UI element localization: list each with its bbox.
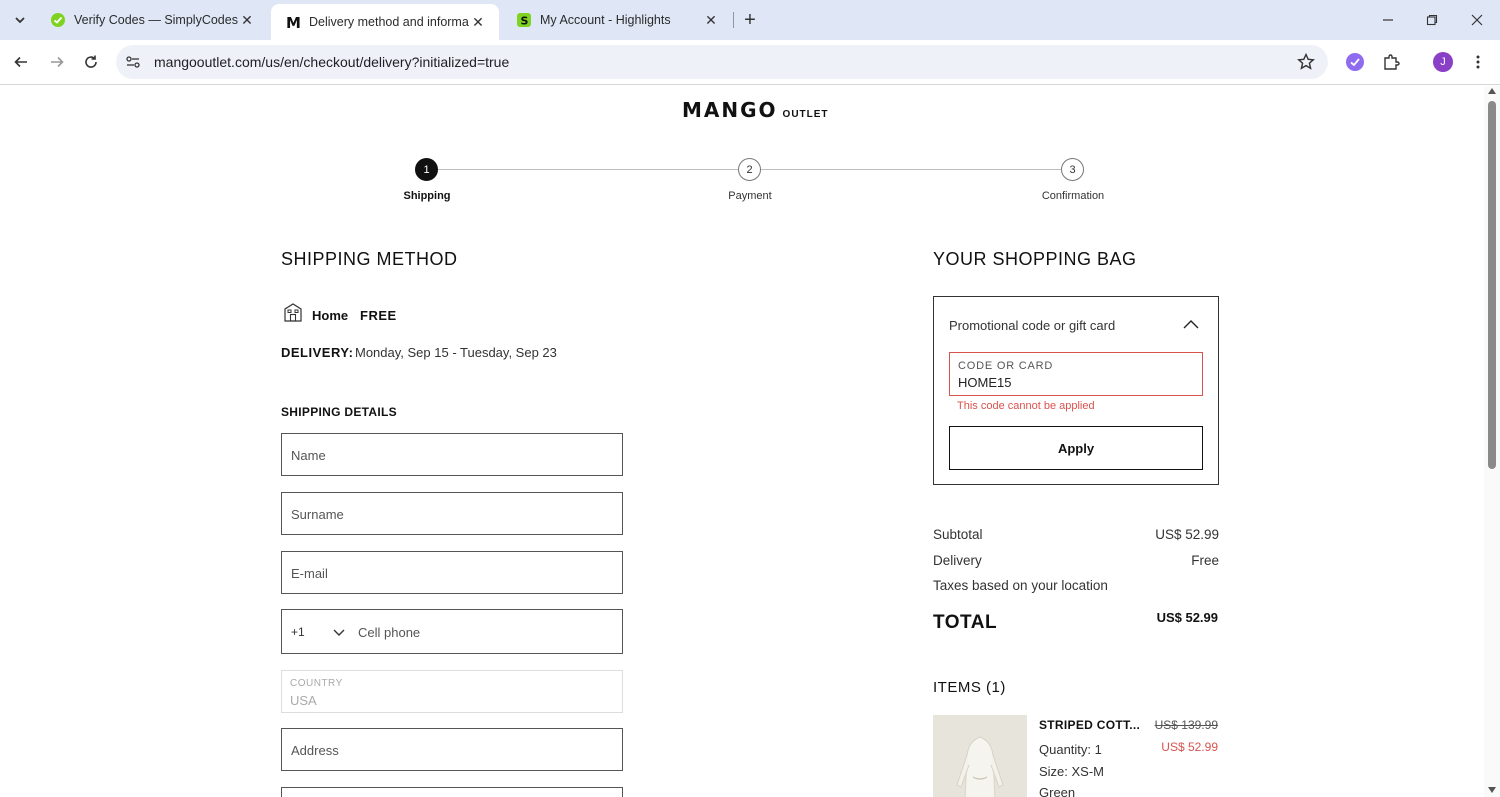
close-tab-icon[interactable]: ✕: [238, 11, 256, 29]
step-3-circle: 3: [1061, 158, 1084, 181]
surname-field[interactable]: Surname: [281, 492, 623, 535]
step-2-circle: 2: [738, 158, 761, 181]
chevron-up-icon[interactable]: [1182, 317, 1200, 331]
step-3-label: Confirmation: [1041, 190, 1105, 202]
phone-placeholder: Cell phone: [358, 625, 421, 640]
close-tab-icon[interactable]: ✕: [469, 13, 487, 31]
product-color: Green: [1039, 785, 1076, 797]
name-placeholder: Name: [291, 448, 326, 463]
checkout-page: MANGO OUTLET 1 Shipping 2 Payment 3 Conf…: [0, 86, 1484, 797]
subtotal-row: Subtotal US$ 52.99: [933, 527, 1219, 542]
items-heading: ITEMS (1): [933, 679, 1006, 696]
code-value: HOME15: [958, 375, 1012, 390]
phone-field[interactable]: +1 Cell phone: [281, 609, 623, 654]
email-field[interactable]: E-mail: [281, 551, 623, 594]
tab-search-chevron-icon[interactable]: [8, 8, 32, 32]
close-window-icon[interactable]: [1463, 6, 1491, 34]
shipping-method-home: Home: [312, 308, 349, 323]
simplycodes-extension-icon[interactable]: [1343, 50, 1367, 74]
minimize-window-icon[interactable]: [1374, 6, 1402, 34]
address-bar[interactable]: mangooutlet.com/us/en/checkout/delivery?…: [116, 45, 1328, 79]
site-settings-icon[interactable]: [124, 53, 142, 71]
surname-placeholder: Surname: [291, 507, 344, 522]
step-1-label: Shipping: [403, 190, 451, 202]
tab-mango-delivery[interactable]: M Delivery method and informatio ✕: [271, 4, 499, 40]
product-quantity: Quantity: 1: [1039, 742, 1102, 757]
product-size: Size: XS-M: [1039, 764, 1105, 779]
name-field[interactable]: Name: [281, 433, 623, 476]
svg-text:S: S: [521, 15, 529, 28]
scroll-down-arrow-icon[interactable]: [1488, 787, 1496, 793]
tab-title: Delivery method and informatio: [309, 15, 469, 29]
delivery-summary-label: Delivery: [933, 553, 982, 568]
code-error-message: This code cannot be applied: [957, 400, 1095, 412]
shipping-method-heading: SHIPPING METHOD: [281, 249, 458, 269]
promo-code-panel: Promotional code or gift card CODE OR CA…: [933, 296, 1219, 485]
close-tab-icon[interactable]: ✕: [702, 11, 720, 29]
product-sale-price: US$ 52.99: [1161, 740, 1218, 754]
address-placeholder: Address: [291, 743, 339, 758]
taxes-label: Taxes based on your location: [933, 578, 1108, 593]
apply-button[interactable]: Apply: [949, 426, 1203, 470]
subtotal-label: Subtotal: [933, 527, 983, 542]
shipping-price: FREE: [360, 308, 397, 323]
new-tab-plus-icon[interactable]: +: [738, 8, 762, 32]
total-label: TOTAL: [933, 612, 998, 633]
mango-outlet-logo[interactable]: MANGO OUTLET: [682, 98, 829, 122]
shopping-bag-heading: YOUR SHOPPING BAG: [933, 249, 1137, 269]
tab-title: Verify Codes — SimplyCodes: [74, 13, 238, 27]
url-text: mangooutlet.com/us/en/checkout/delivery?…: [154, 54, 510, 70]
address-field[interactable]: Address: [281, 728, 623, 771]
delivery-label: DELIVERY:: [281, 345, 354, 360]
product-name[interactable]: STRIPED COTT...: [1039, 718, 1140, 732]
delivery-dates: Monday, Sep 15 - Tuesday, Sep 23: [355, 345, 557, 360]
product-original-price: US$ 139.99: [1154, 718, 1218, 732]
profile-avatar[interactable]: J: [1431, 50, 1455, 74]
tab-simplycodes-verify[interactable]: Verify Codes — SimplyCodes ✕: [36, 4, 268, 36]
svg-text:M: M: [286, 14, 301, 30]
delivery-row: Delivery Free: [933, 553, 1219, 568]
code-label: CODE OR CARD: [958, 360, 1054, 372]
logo-main: MANGO: [682, 98, 778, 122]
country-value: USA: [290, 693, 317, 708]
country-field: COUNTRY USA: [281, 670, 623, 713]
scrollbar-thumb[interactable]: [1488, 101, 1496, 469]
profile-initial: J: [1440, 56, 1446, 68]
phone-country-code[interactable]: +1: [291, 625, 305, 639]
taxes-row: Taxes based on your location: [933, 578, 1219, 593]
browser-toolbar: mangooutlet.com/us/en/checkout/delivery?…: [0, 40, 1500, 85]
bookmark-star-icon[interactable]: [1296, 52, 1316, 72]
email-placeholder: E-mail: [291, 566, 328, 581]
extensions-puzzle-icon[interactable]: [1379, 50, 1403, 74]
promo-code-input[interactable]: CODE OR CARD HOME15: [949, 352, 1203, 396]
tab-separator: [733, 12, 734, 28]
delivery-summary-value: Free: [1191, 553, 1219, 568]
total-value: US$ 52.99: [1156, 610, 1218, 625]
address-line-2-field[interactable]: [281, 787, 623, 797]
restore-window-icon[interactable]: [1418, 6, 1446, 34]
browser-menu-kebab-icon[interactable]: [1466, 50, 1490, 74]
country-label: COUNTRY: [290, 678, 343, 689]
simplycodes-check-icon: [50, 12, 66, 28]
subtotal-value: US$ 52.99: [1155, 527, 1219, 542]
home-building-icon: [283, 302, 303, 322]
simplycodes-s-icon: S: [516, 12, 532, 28]
shipping-details-heading: SHIPPING DETAILS: [281, 405, 397, 419]
tab-my-account-highlights[interactable]: S My Account - Highlights ✕: [502, 4, 732, 36]
logo-sub: OUTLET: [782, 109, 829, 120]
mango-m-icon: M: [285, 14, 301, 30]
reload-icon[interactable]: [78, 49, 104, 75]
product-image[interactable]: [933, 715, 1027, 797]
step-2-label: Payment: [728, 190, 772, 202]
chevron-down-icon[interactable]: [332, 625, 346, 639]
forward-arrow-icon[interactable]: [44, 49, 70, 75]
browser-tab-bar: Verify Codes — SimplyCodes ✕ M Delivery …: [0, 0, 1500, 40]
back-arrow-icon[interactable]: [8, 49, 34, 75]
tab-title: My Account - Highlights: [540, 13, 671, 27]
scroll-up-arrow-icon[interactable]: [1488, 88, 1496, 94]
step-1-circle: 1: [415, 158, 438, 181]
promo-title[interactable]: Promotional code or gift card: [949, 318, 1115, 333]
